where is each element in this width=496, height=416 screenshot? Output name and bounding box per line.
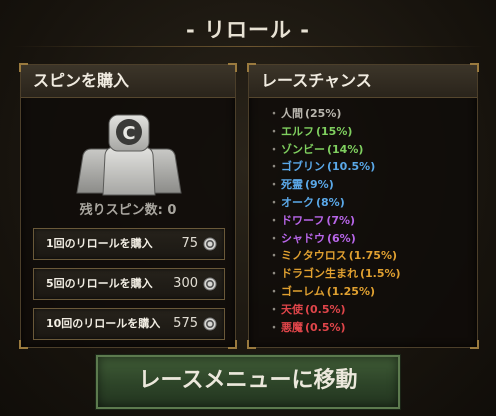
race-chance-percent: (1.5%) bbox=[360, 267, 401, 281]
bullet-icon: ・ bbox=[269, 322, 279, 334]
remaining-spins-value: 0 bbox=[167, 203, 177, 218]
bullet-icon: ・ bbox=[269, 233, 279, 245]
race-chance-row: ・ゾンビー (14%) bbox=[269, 141, 469, 159]
race-chance-row: ・天使 (0.5%) bbox=[269, 301, 469, 319]
race-name: 死霊 bbox=[281, 178, 303, 192]
svg-text:C: C bbox=[122, 123, 135, 144]
race-chance-row: ・ゴブリン (10.5%) bbox=[269, 158, 469, 176]
buy-button-cost: 575 bbox=[173, 316, 198, 331]
remaining-spins: 残りスピン数: 0 bbox=[21, 199, 235, 218]
race-chance-percent: (10.5%) bbox=[327, 160, 376, 174]
reroll-title: - リロール - bbox=[185, 18, 311, 42]
bullet-icon: ・ bbox=[269, 286, 279, 298]
race-name: ゴブリン bbox=[281, 160, 325, 174]
buy-button-label: 1回のリロールを購入 bbox=[46, 237, 153, 250]
race-chance-percent: (9%) bbox=[305, 178, 334, 192]
buy-button-label: 5回のリロールを購入 bbox=[46, 277, 153, 290]
race-chance-percent: (7%) bbox=[326, 213, 356, 227]
race-chance-percent: (0.5%) bbox=[305, 320, 346, 334]
race-chance-row: ・ドラゴン生まれ (1.5%) bbox=[269, 265, 469, 283]
race-chance-row: ・エルフ (15%) bbox=[269, 123, 469, 141]
bullet-icon: ・ bbox=[269, 197, 279, 209]
race-name: 天使 bbox=[281, 302, 303, 316]
race-chance-percent: (6%) bbox=[327, 231, 356, 245]
race-chance-row: ・死霊 (9%) bbox=[269, 176, 469, 194]
race-chance-percent: (8%) bbox=[316, 195, 345, 209]
race-chance-percent: (1.25%) bbox=[326, 284, 375, 298]
race-name: 人間 bbox=[281, 107, 303, 120]
race-name: ミノタウロス bbox=[281, 249, 347, 263]
buy-5-reroll-button[interactable]: 5回のリロールを購入 300 bbox=[33, 268, 225, 300]
title-divider bbox=[12, 46, 484, 47]
race-name: ゾンビー bbox=[281, 142, 325, 156]
spin-token-icon: C bbox=[73, 111, 185, 201]
race-chance-row: ・ミノタウロス (1.75%) bbox=[269, 247, 469, 265]
bullet-icon: ・ bbox=[269, 251, 279, 263]
coin-icon bbox=[203, 237, 217, 251]
remaining-spins-label: 残りスピン数: bbox=[79, 203, 163, 218]
buy-button-cost: 75 bbox=[181, 236, 198, 251]
bullet-icon: ・ bbox=[269, 269, 279, 281]
bullet-icon: ・ bbox=[269, 215, 279, 227]
bullet-icon: ・ bbox=[269, 180, 279, 192]
race-chance-row: ・オーク (8%) bbox=[269, 194, 469, 212]
race-chance-row: ・ドワーフ (7%) bbox=[269, 212, 469, 230]
bullet-icon: ・ bbox=[269, 304, 279, 316]
race-chance-header: レースチャンス bbox=[249, 65, 477, 98]
race-chance-percent: (14%) bbox=[327, 142, 364, 156]
bullet-icon: ・ bbox=[269, 126, 279, 138]
buy-spins-panel: スピンを購入 C 残りスピン数: 0 1回のリロールを購入 75 5回のリロール… bbox=[19, 63, 237, 349]
race-chance-percent: (1.75%) bbox=[348, 249, 397, 263]
buy-button-cost: 300 bbox=[173, 276, 198, 291]
bullet-icon: ・ bbox=[269, 109, 279, 120]
race-name: シャドウ bbox=[281, 231, 325, 245]
go-to-race-menu-button[interactable]: レースメニューに移動 bbox=[96, 355, 400, 409]
buy-button-label: 10回のリロールを購入 bbox=[46, 317, 161, 330]
bullet-icon: ・ bbox=[269, 144, 279, 156]
race-chance-panel: レースチャンス ・人間 (25%) ・エルフ (15%) ・ゾンビー (14%) ・ゴブリン… bbox=[247, 63, 479, 349]
race-name: オーク bbox=[281, 195, 314, 209]
race-chance-row: ・ゴーレム (1.25%) bbox=[269, 283, 469, 301]
race-name: 悪魔 bbox=[281, 320, 303, 334]
coin-icon bbox=[203, 277, 217, 291]
buy-1-reroll-button[interactable]: 1回のリロールを購入 75 bbox=[33, 228, 225, 260]
race-chance-row: ・悪魔 (0.5%) bbox=[269, 319, 469, 337]
race-name: ゴーレム bbox=[281, 284, 325, 298]
race-chance-percent: (15%) bbox=[316, 124, 353, 138]
race-chance-percent: (25%) bbox=[305, 107, 342, 120]
race-name: ドワーフ bbox=[281, 213, 325, 227]
race-name: ドラゴン生まれ bbox=[281, 267, 358, 281]
race-chance-row: ・シャドウ (6%) bbox=[269, 230, 469, 248]
race-chance-list: ・人間 (25%) ・エルフ (15%) ・ゾンビー (14%) ・ゴブリン (10.5%) ・… bbox=[269, 105, 469, 336]
buy-10-reroll-button[interactable]: 10回のリロールを購入 575 bbox=[33, 308, 225, 340]
bullet-icon: ・ bbox=[269, 162, 279, 174]
coin-icon bbox=[203, 317, 217, 331]
race-chance-row: ・人間 (25%) bbox=[269, 105, 469, 123]
race-name: エルフ bbox=[281, 124, 314, 138]
buy-spins-header: スピンを購入 bbox=[21, 65, 235, 98]
race-chance-percent: (0.5%) bbox=[305, 302, 346, 316]
